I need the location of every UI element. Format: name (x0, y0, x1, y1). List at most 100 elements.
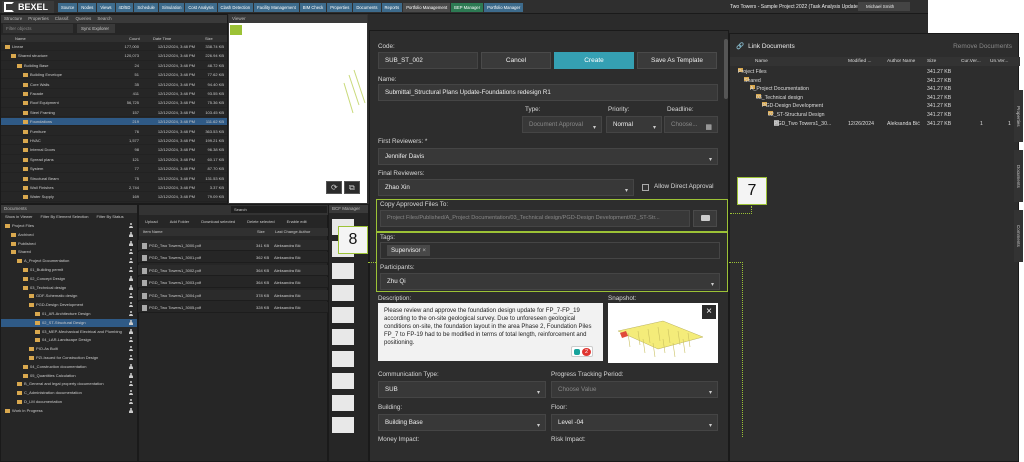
bcf-thumbnail[interactable] (332, 307, 354, 323)
table-row[interactable]: Water Supply 169 12/12/2024, 3:48 PM 79.09 … (1, 193, 227, 202)
user-menu[interactable]: Michael Smith (858, 2, 910, 11)
menu-item-nodes[interactable]: Nodes (78, 3, 97, 12)
first-reviewers-select[interactable]: Jennifer Davis ▾ (378, 148, 718, 165)
tree-item[interactable]: GDF-Schematic design (1, 292, 137, 300)
person-icon[interactable] (129, 390, 133, 396)
file-row[interactable]: PGD_Two Towers1_3005.pdf 328 KB Aleksandra… (138, 302, 328, 313)
menu-item-portfolio-manager[interactable]: Portfolio Manager (484, 3, 524, 12)
linked-row[interactable]: PGD_Two Towers1_30... 12/26/2024 Aleksanda… (730, 119, 1020, 129)
sync-explorer-button[interactable]: Sync Explorer (77, 24, 115, 33)
bcf-thumbnail[interactable] (332, 351, 354, 367)
viewer-tool-refresh[interactable]: ⟳ (326, 181, 342, 194)
allow-direct-approval-checkbox[interactable] (642, 184, 649, 191)
person-icon[interactable] (129, 328, 133, 334)
file-action-delete-selected[interactable]: Delete selected (247, 219, 275, 224)
table-row[interactable]: Steel Framing 157 12/12/2024, 3:48 PM 103.4… (1, 109, 227, 117)
menu-item-source[interactable]: Source (58, 3, 78, 12)
tree-item[interactable]: 02_ST-Structural Design (1, 318, 137, 327)
menu-item-reports[interactable]: Reports (381, 3, 403, 12)
table-row[interactable]: Wall Finishes 2,744 12/12/2024, 3:48 PM 3.3… (1, 184, 227, 193)
tree-item[interactable]: 01_Building permit (1, 266, 137, 274)
file-row[interactable]: PGD_Two Towers1_3000.pdf 341 KB Aleksandra… (138, 240, 328, 251)
toolbar-filter-by-status[interactable]: Filter By Status (97, 214, 124, 219)
bcf-thumbnail[interactable] (332, 417, 354, 433)
menu-item-simulation[interactable]: Simulation (158, 3, 185, 12)
deadline-picker[interactable]: Choose... ▦ (664, 116, 718, 133)
tree-item[interactable]: 05_Quantities Calculation (1, 372, 137, 380)
table-row[interactable]: Shared structure 120,073 12/12/2024, 3:48 … (1, 52, 227, 61)
person-icon[interactable] (129, 355, 133, 360)
bcf-thumbnail[interactable] (332, 285, 354, 301)
viewer-nav-cube[interactable] (230, 25, 242, 35)
code-field[interactable]: SUB_ST_002 (378, 52, 478, 69)
tree-item[interactable]: Shared (1, 248, 137, 256)
tree-item[interactable]: 02_Concept Design (1, 275, 137, 283)
file-row[interactable]: PGD_Two Towers1_3001.pdf 362 KB Aleksandra… (138, 252, 328, 264)
file-action-upload[interactable]: Upload (145, 219, 158, 224)
grammar-widget[interactable]: 2 (571, 346, 593, 357)
snapshot-image[interactable]: × (608, 303, 718, 363)
tab-search[interactable]: Search (97, 16, 111, 21)
person-icon[interactable] (129, 240, 133, 246)
bcf-thumbnail[interactable] (332, 329, 354, 345)
table-row[interactable]: Linear 177,000 12/12/2024, 3:48 PM 338.74 K… (1, 43, 227, 52)
file-action-download-selected[interactable]: Download selected (201, 219, 235, 224)
menu-item-views[interactable]: Views (97, 3, 115, 12)
link-documents-button[interactable]: 🔗 Link Documents (736, 40, 808, 54)
search-input[interactable]: Search (231, 206, 327, 213)
person-icon[interactable] (129, 381, 133, 387)
file-action-add-folder[interactable]: Add Folder (170, 219, 190, 224)
tree-item[interactable]: C_Administration documentation (1, 389, 137, 397)
menu-item-facility-management[interactable]: Facility Management (254, 3, 299, 12)
bcf-thumbnail[interactable] (332, 263, 354, 279)
side-tab-comments[interactable]: Comments (1014, 210, 1023, 262)
table-row[interactable]: Internal Doors 98 12/12/2024, 3:48 PM 96.38… (1, 146, 227, 155)
tab-queries[interactable]: Queries (76, 16, 92, 21)
file-row[interactable]: PGD_Two Towers1_3003.pdf 364 KB Aleksandra… (138, 277, 328, 289)
person-icon[interactable] (129, 284, 133, 290)
file-row[interactable]: PGD_Two Towers1_3002.pdf 364 KB Aleksandra… (138, 264, 328, 276)
tree-item[interactable]: 03_MEP-Mechanical Electrical and Plumbin… (1, 328, 137, 336)
tree-item[interactable]: Published (1, 240, 137, 248)
save-as-template-button[interactable]: Save As Template (637, 52, 717, 69)
tree-item[interactable]: 04_Construction documentation (1, 363, 137, 371)
tree-item[interactable]: Project Files (1, 222, 137, 230)
close-icon[interactable]: × (702, 305, 716, 319)
person-icon[interactable] (129, 249, 133, 255)
progress-select[interactable]: Choose Value ▾ (551, 381, 718, 398)
tree-item[interactable]: A_Project Documentation (1, 257, 137, 265)
person-icon[interactable] (129, 337, 133, 343)
menu-item-bep-manager[interactable]: BEP Manager (451, 3, 484, 12)
toolbar-show-in-viewer[interactable]: Show in Viewer (5, 214, 33, 219)
name-field[interactable]: Submittal_Structural Plans Update-Founda… (378, 84, 718, 101)
priority-select[interactable]: Normal ▾ (606, 116, 662, 133)
table-row[interactable]: Roof Equipment 56,725 12/12/2024, 3:48 PM 7… (1, 99, 227, 108)
filter-input[interactable]: Filter objects (3, 24, 73, 33)
person-icon[interactable] (129, 311, 133, 316)
tree-item[interactable]: Archived (1, 231, 137, 239)
table-row[interactable]: Building Base 24 12/12/2024, 3:48 PM 48.72 … (1, 62, 227, 70)
side-tab-properties[interactable]: Properties (1014, 90, 1023, 142)
final-reviewers-select[interactable]: Zhao Xin ▾ (378, 179, 634, 196)
floor-select[interactable]: Level -04 ▾ (551, 414, 718, 431)
type-select[interactable]: Document Approval ▾ (522, 116, 602, 133)
table-row[interactable]: Foundations 219 12/12/2024, 3:48 PM 111.62 … (1, 118, 227, 127)
cancel-button[interactable]: Cancel (481, 52, 551, 69)
building-select[interactable]: Building Base ▾ (378, 414, 546, 431)
person-icon[interactable] (129, 275, 133, 281)
remove-documents-button[interactable]: Remove Documents (942, 40, 1012, 54)
table-row[interactable]: Spread plans 121 12/12/2024, 3:48 PM 60.17 … (1, 156, 227, 164)
person-icon[interactable] (129, 302, 133, 308)
bcf-thumbnail[interactable] (332, 373, 354, 389)
tree-item[interactable]: D_LM documentation (1, 398, 137, 406)
menu-item-clash-detection[interactable]: Clash Detection (217, 3, 254, 12)
toolbar-filter-by-element-selection[interactable]: Filter By Element Selection (41, 214, 89, 219)
file-row[interactable]: PGD_Two Towers1_3004.pdf 378 KB Aleksandra… (138, 289, 328, 301)
file-action-enable-edit[interactable]: Enable edit (287, 219, 307, 224)
viewer-tool-copy[interactable]: ⧉ (344, 181, 360, 194)
person-icon[interactable] (129, 407, 133, 413)
tree-item[interactable]: PGD-Design Development (1, 301, 137, 309)
person-icon[interactable] (129, 399, 133, 404)
menu-item-schedule[interactable]: Schedule (134, 3, 158, 12)
person-icon[interactable] (129, 363, 133, 369)
